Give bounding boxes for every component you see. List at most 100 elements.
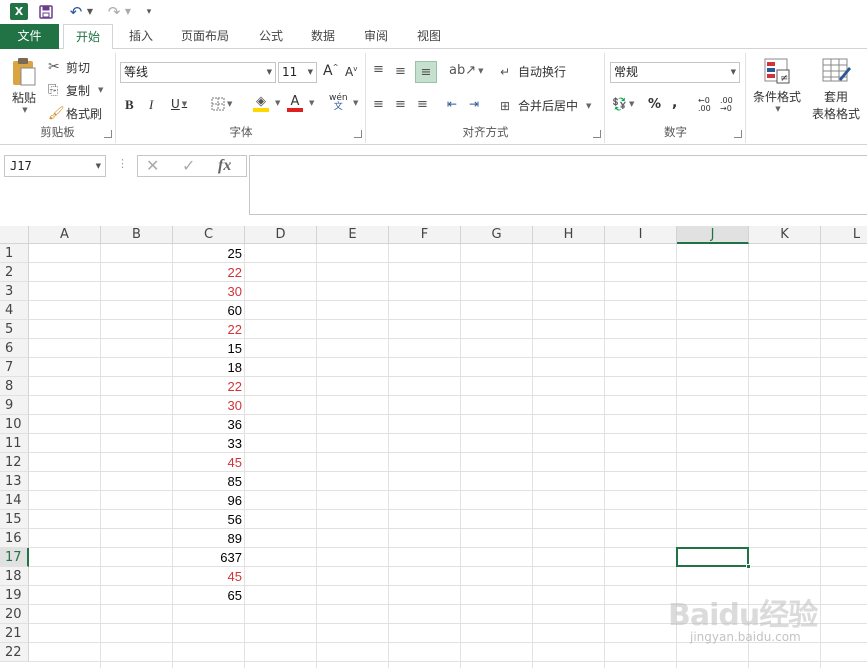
save-icon[interactable] [38,3,54,20]
tab-file[interactable]: 文件 [0,24,59,49]
cell-c18[interactable]: 45 [173,567,245,586]
increase-indent-button[interactable]: ⇥ [469,97,479,111]
align-top-button[interactable]: ≡ [373,62,384,77]
underline-button[interactable]: U ▼ [171,97,187,111]
column-header-f[interactable]: F [389,226,461,244]
column-header-j[interactable]: J [677,226,749,244]
row-header-3[interactable]: 3 [0,282,29,301]
fill-color-dropdown[interactable]: ▼ [273,99,280,107]
cell-c6[interactable]: 15 [173,339,245,358]
align-left-button[interactable]: ≡ [373,97,384,112]
tab-formulas[interactable]: 公式 [250,24,292,49]
row-header-5[interactable]: 5 [0,320,29,339]
column-header-g[interactable]: G [461,226,533,244]
row-header-18[interactable]: 18 [0,567,29,586]
merge-center-dropdown-icon[interactable]: ▼ [586,102,591,110]
row-header-7[interactable]: 7 [0,358,29,377]
undo-icon[interactable]: ↶ [68,3,84,21]
cell-c9[interactable]: 30 [173,396,245,415]
conditional-format-button[interactable]: ≠ 条件格式 ▼ [751,57,803,113]
phonetic-dropdown[interactable]: ▼ [351,99,358,107]
select-all-corner[interactable] [0,226,29,244]
percent-button[interactable]: % [648,97,661,112]
cell-c2[interactable]: 22 [173,263,245,282]
font-name-dropdown-icon[interactable]: ▼ [267,63,272,82]
row-header-4[interactable]: 4 [0,301,29,320]
name-box-dropdown-icon[interactable]: ▼ [96,156,101,176]
clipboard-launcher-icon[interactable] [104,130,112,138]
cell-c17[interactable]: 637 [173,548,245,567]
paste-dropdown-icon[interactable]: ▼ [22,106,27,114]
cell-c7[interactable]: 18 [173,358,245,377]
fill-color-button[interactable]: ◈ [253,95,269,112]
cell-c14[interactable]: 96 [173,491,245,510]
row-header-12[interactable]: 12 [0,453,29,472]
formula-bar-grip-icon[interactable]: ⋮ [117,157,128,170]
align-center-button[interactable]: ≡ [395,97,406,112]
name-box[interactable]: J17 ▼ [4,155,106,177]
column-header-d[interactable]: D [245,226,317,244]
format-painter-button[interactable]: 🖌 格式刷 [48,104,102,122]
row-header-11[interactable]: 11 [0,434,29,453]
font-size-combo[interactable]: 11 ▼ [278,62,317,83]
decrease-decimal-button[interactable]: .00 →0 [720,97,733,113]
column-header-k[interactable]: K [749,226,821,244]
cell-c11[interactable]: 33 [173,434,245,453]
row-header-8[interactable]: 8 [0,377,29,396]
row-header-21[interactable]: 21 [0,624,29,643]
align-bottom-button[interactable]: ≡ [415,61,437,83]
cell-c15[interactable]: 56 [173,510,245,529]
row-header-1[interactable]: 1 [0,244,29,263]
cell-c16[interactable]: 89 [173,529,245,548]
copy-dropdown-icon[interactable]: ▼ [98,86,103,94]
bold-button[interactable]: B [125,97,134,113]
wrap-text-button[interactable]: ↵ 自动换行 [500,63,566,80]
cell-c8[interactable]: 22 [173,377,245,396]
increase-decimal-button[interactable]: ←0.00 [698,97,711,113]
row-header-17[interactable]: 17 [0,548,29,567]
conditional-format-dropdown-icon[interactable]: ▼ [775,105,780,113]
row-header-13[interactable]: 13 [0,472,29,491]
font-name-combo[interactable]: 等线 ▼ [120,62,276,83]
column-header-l[interactable]: L [821,226,867,244]
cell-c13[interactable]: 85 [173,472,245,491]
row-header-2[interactable]: 2 [0,263,29,282]
font-color-button[interactable]: A [287,95,303,112]
cell-c3[interactable]: 30 [173,282,245,301]
decrease-indent-button[interactable]: ⇤ [447,97,457,111]
row-header-16[interactable]: 16 [0,529,29,548]
comma-style-button[interactable]: , [672,95,677,111]
row-header-15[interactable]: 15 [0,510,29,529]
fill-handle[interactable] [746,564,751,569]
number-format-combo[interactable]: 常规 ▼ [610,62,740,83]
tab-page-layout[interactable]: 页面布局 [172,24,238,49]
column-header-b[interactable]: B [101,226,173,244]
row-header-22[interactable]: 22 [0,643,29,662]
tab-insert[interactable]: 插入 [120,24,162,49]
border-button[interactable]: ▼ [211,97,232,111]
cell-c10[interactable]: 36 [173,415,245,434]
format-as-table-button[interactable]: 套用 表格格式 [805,57,867,122]
accounting-format-button[interactable]: 💱 ▼ [612,97,634,111]
column-header-i[interactable]: I [605,226,677,244]
redo-icon[interactable]: ↷ [106,3,122,21]
cut-button[interactable]: ✂ 剪切 [48,58,90,76]
insert-function-icon[interactable]: fx [218,156,231,176]
tab-view[interactable]: 视图 [408,24,450,49]
cell-c19[interactable]: 65 [173,586,245,605]
phonetic-button[interactable]: wén 文 [329,94,348,112]
cell-c1[interactable]: 25 [173,244,245,263]
column-header-h[interactable]: H [533,226,605,244]
orientation-button[interactable]: ab↗ ▼ [449,63,484,78]
font-size-dropdown-icon[interactable]: ▼ [308,63,313,82]
enter-icon[interactable]: ✓ [182,156,195,176]
formula-input[interactable] [249,155,867,215]
row-header-20[interactable]: 20 [0,605,29,624]
italic-button[interactable]: I [149,97,153,113]
undo-dropdown-icon[interactable]: ▼ [86,3,94,20]
row-header-6[interactable]: 6 [0,339,29,358]
number-format-dropdown-icon[interactable]: ▼ [731,63,736,82]
active-cell-selection[interactable] [676,547,749,567]
worksheet-grid[interactable]: A B C D E F G H I J K L 1 2 3 4 5 6 7 8 9 10 11 12 13 14 15 16 17 18 1… [0,226,867,668]
redo-dropdown-icon[interactable]: ▼ [124,3,132,20]
